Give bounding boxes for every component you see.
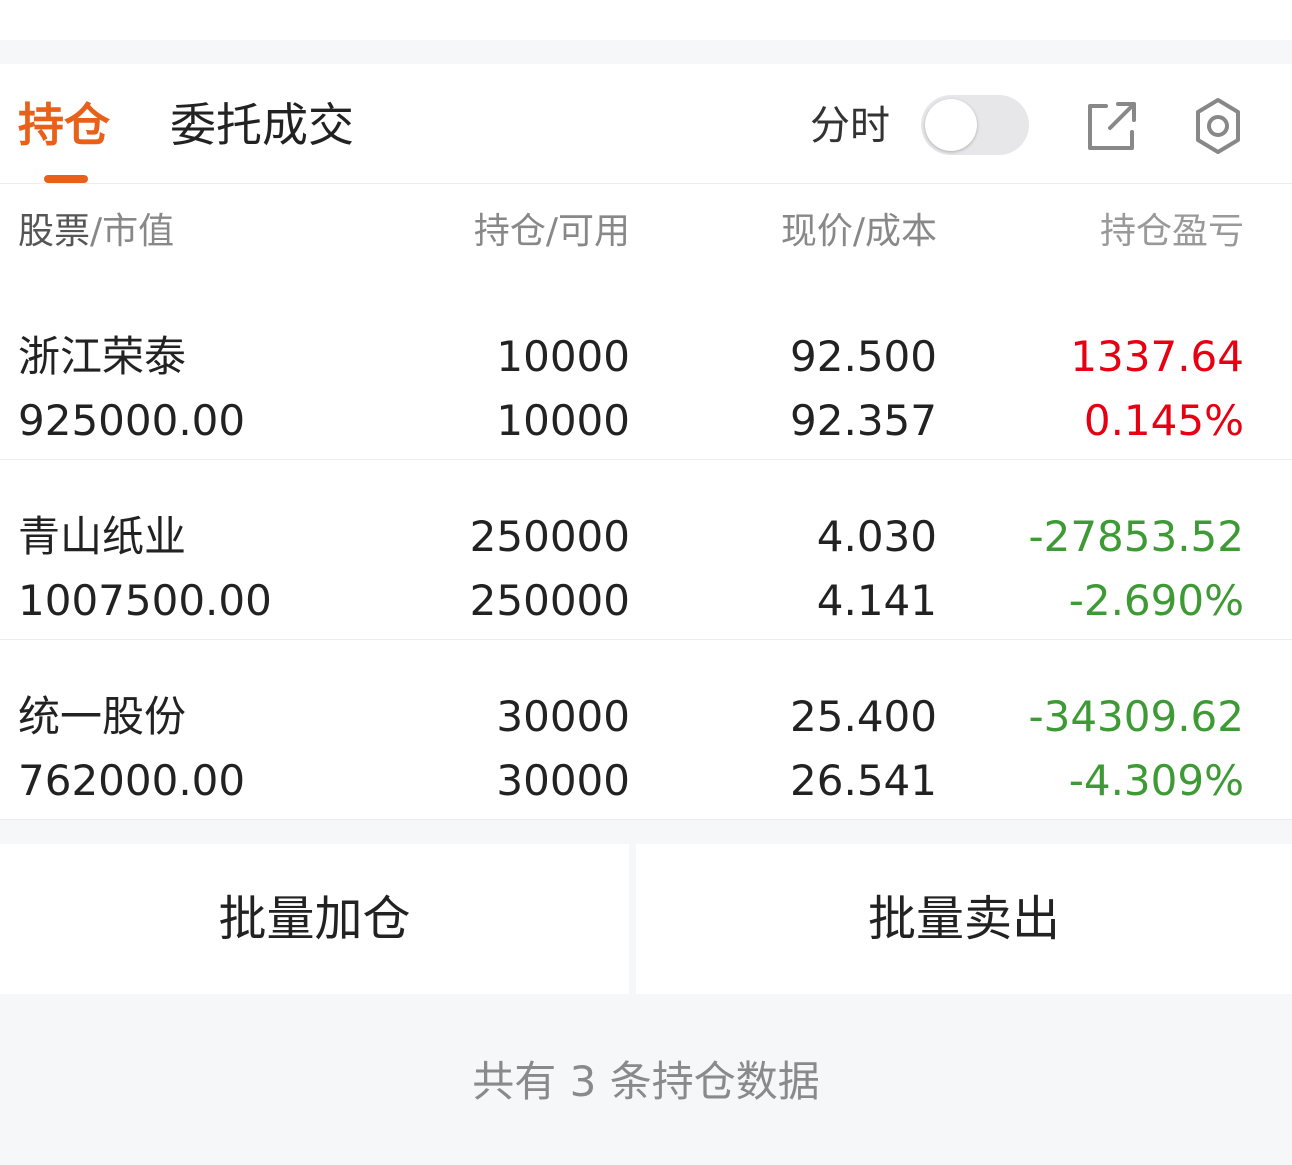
cost-price: 4.141 (816, 576, 937, 625)
gear-icon[interactable] (1186, 94, 1250, 158)
pnl-percent: -4.309% (1068, 756, 1244, 805)
tab-orders-trades[interactable]: 委托成交 (170, 94, 354, 156)
header-pnl: 持仓盈亏 (1099, 211, 1244, 252)
cost-price: 26.541 (790, 756, 937, 805)
tab-bar: 持仓 委托成交 分时 (0, 64, 1292, 184)
pnl-amount: -27853.52 (1028, 512, 1244, 561)
timeshare-label: 分时 (810, 103, 890, 149)
position-qty: 10000 (496, 332, 630, 381)
header-stock: 股票 (18, 211, 91, 252)
header-separator: / (90, 211, 103, 252)
table-row[interactable]: 浙江荣泰 925000.00 10000 10000 92.500 92.357… (0, 280, 1292, 460)
market-value: 762000.00 (18, 756, 246, 805)
current-price: 4.030 (816, 512, 937, 561)
active-tab-indicator (44, 175, 88, 183)
header-stock-marketvalue: 股票/市值 (18, 210, 174, 254)
available-qty: 250000 (469, 576, 630, 625)
batch-sell-button[interactable]: 批量卖出 (636, 844, 1292, 994)
positions-count-summary: 共有 3 条持仓数据 (472, 1057, 820, 1106)
tab-positions[interactable]: 持仓 (18, 94, 110, 156)
stock-name: 青山纸业 (18, 512, 187, 561)
pnl-percent: 0.145% (1083, 396, 1244, 445)
top-bar (0, 0, 1292, 40)
batch-add-button[interactable]: 批量加仓 (0, 844, 629, 994)
header-price-cost: 现价/成本 (781, 210, 937, 254)
market-value: 925000.00 (18, 396, 246, 445)
market-value: 1007500.00 (18, 576, 272, 625)
stock-name: 浙江荣泰 (18, 332, 187, 381)
timeshare-toggle[interactable] (921, 95, 1029, 155)
header-cost: 成本 (864, 211, 937, 252)
current-price: 25.400 (790, 692, 937, 741)
stock-name: 统一股份 (18, 692, 187, 741)
table-header: 股票/市值 持仓/可用 现价/成本 持仓盈亏 (0, 184, 1292, 280)
toggle-knob (925, 99, 977, 151)
header-separator: / (545, 211, 558, 252)
share-icon[interactable] (1080, 94, 1144, 158)
pnl-percent: -2.690% (1068, 576, 1244, 625)
header-separator: / (852, 211, 865, 252)
header-price: 现价 (780, 211, 853, 252)
header-market-value: 市值 (102, 211, 175, 252)
pnl-amount: -34309.62 (1028, 692, 1244, 741)
table-row[interactable]: 青山纸业 1007500.00 250000 250000 4.030 4.14… (0, 460, 1292, 640)
positions-panel: 持仓 委托成交 分时 股票/市值 持仓/可用 现价/成本 持仓盈亏 浙江荣泰 9… (0, 64, 1292, 820)
available-qty: 30000 (496, 756, 630, 805)
current-price: 92.500 (790, 332, 937, 381)
position-qty: 30000 (496, 692, 630, 741)
header-position-available: 持仓/可用 (474, 210, 630, 254)
header-position: 持仓 (473, 211, 546, 252)
cost-price: 92.357 (790, 396, 937, 445)
position-qty: 250000 (469, 512, 630, 561)
header-available: 可用 (557, 211, 630, 252)
table-row[interactable]: 统一股份 762000.00 30000 30000 25.400 26.541… (0, 640, 1292, 820)
pnl-amount: 1337.64 (1070, 332, 1244, 381)
available-qty: 10000 (496, 396, 630, 445)
